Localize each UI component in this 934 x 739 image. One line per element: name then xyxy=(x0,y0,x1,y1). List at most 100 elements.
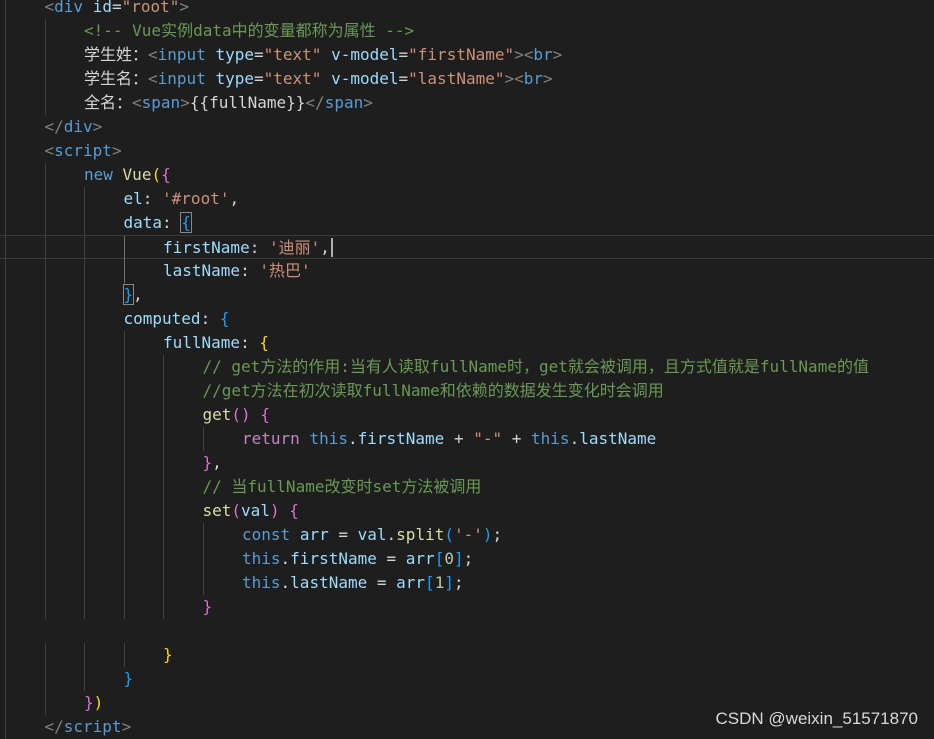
code-line[interactable]: </div> xyxy=(0,115,934,139)
code-token: : xyxy=(142,189,163,208)
indent-guide xyxy=(163,571,164,595)
indent-guide xyxy=(44,643,46,667)
code-token: el xyxy=(123,189,143,208)
code-editor[interactable]: <div id="root"> <!-- Vue实例data中的变量都称为属性 -… xyxy=(0,0,934,739)
code-token: arr xyxy=(396,573,426,592)
code-line[interactable]: data: { xyxy=(0,211,934,235)
indent-guide xyxy=(5,547,6,571)
code-line[interactable]: fullName: { xyxy=(0,331,934,355)
indent-guide xyxy=(44,43,46,67)
code-line[interactable]: //get方法在初次读取fullName和依赖的数据发生变化时会调用 xyxy=(0,379,934,403)
code-line[interactable]: }, xyxy=(0,283,934,307)
indent-guide xyxy=(5,163,6,187)
code-token: br xyxy=(533,45,553,64)
code-token: 学生名： xyxy=(84,69,149,88)
code-line[interactable]: // 当fullName改变时set方法被调用 xyxy=(0,475,934,499)
code-token: } xyxy=(202,597,213,616)
code-token: script xyxy=(54,141,112,160)
watermark: CSDN @weixin_51571870 xyxy=(715,709,918,728)
code-token: firstName xyxy=(163,238,250,257)
code-token: { xyxy=(161,165,171,184)
indent-guide xyxy=(44,163,46,187)
code-line[interactable]: new Vue({ xyxy=(0,163,934,187)
code-token: ; xyxy=(453,573,464,592)
code-token: type xyxy=(215,69,254,88)
indent-guide xyxy=(123,571,125,595)
code-line[interactable]: 学生名：<input type="text" v-model="lastName… xyxy=(0,67,934,91)
code-token: const xyxy=(242,525,291,544)
indent-guide xyxy=(5,259,6,283)
code-text: <script> xyxy=(45,139,122,163)
code-token: = xyxy=(376,549,406,568)
code-line[interactable]: <script> xyxy=(0,139,934,163)
code-line[interactable]: 学生姓：<input type="text" v-model="firstNam… xyxy=(0,43,934,67)
code-line[interactable]: 全名：<span>{{fullName}}</span> xyxy=(0,91,934,115)
code-text: } xyxy=(124,667,134,691)
code-token: "root" xyxy=(121,0,180,16)
indent-guide xyxy=(202,427,204,451)
current-code-line[interactable]: firstName: '迪丽', xyxy=(0,235,934,260)
text-cursor xyxy=(330,238,333,257)
indent-guide xyxy=(5,691,6,715)
code-line[interactable]: }, xyxy=(0,451,934,475)
code-token: : xyxy=(240,333,260,352)
indent-guide xyxy=(84,499,85,523)
code-line[interactable]: computed: { xyxy=(0,307,934,331)
code-text: return this.firstName + "-" + this.lastN… xyxy=(242,427,656,451)
code-line[interactable]: const arr = val.split('-'); xyxy=(0,523,934,547)
code-token: = xyxy=(367,573,397,592)
code-line[interactable]: set(val) { xyxy=(0,499,934,523)
indent-guide xyxy=(84,523,85,547)
code-line[interactable]: } xyxy=(0,595,934,619)
indent-guide xyxy=(163,547,164,571)
indent-guide xyxy=(44,67,46,91)
code-token: ) xyxy=(93,693,104,712)
indent-guide xyxy=(5,619,6,643)
indent-guide xyxy=(5,19,6,43)
code-token: arr xyxy=(405,549,435,568)
code-text: // get方法的作用:当有人读取fullName时，get就会被调用，且方式值… xyxy=(203,355,869,379)
code-token: val xyxy=(357,525,387,544)
code-line[interactable]: <!-- Vue实例data中的变量都称为属性 --> xyxy=(0,19,934,43)
code-line[interactable]: } xyxy=(0,667,934,691)
code-line[interactable]: } xyxy=(0,643,934,667)
code-line[interactable]: el: '#root', xyxy=(0,187,934,211)
code-token: ; xyxy=(463,549,474,568)
code-token: > xyxy=(121,717,132,736)
code-token: v-model xyxy=(331,69,399,88)
code-line[interactable]: // get方法的作用:当有人读取fullName时，get就会被调用，且方式值… xyxy=(0,355,934,379)
indent-guide xyxy=(84,331,85,355)
indent-guide xyxy=(163,451,164,475)
code-line[interactable]: get() { xyxy=(0,403,934,427)
code-token: ] xyxy=(444,573,454,592)
indent-guide xyxy=(44,187,46,211)
code-token: < xyxy=(148,69,158,88)
code-token: script xyxy=(63,717,122,736)
indent-guide xyxy=(44,595,46,619)
code-token: {{fullName}} xyxy=(189,93,306,112)
code-line[interactable] xyxy=(0,619,934,643)
code-line[interactable]: this.lastName = arr[1]; xyxy=(0,571,934,595)
code-token: = xyxy=(328,525,358,544)
code-line[interactable]: <div id="root"> xyxy=(0,0,934,19)
code-line[interactable]: return this.firstName + "-" + this.lastN… xyxy=(0,427,934,451)
indent-guide xyxy=(44,379,46,403)
code-token: , xyxy=(133,285,143,304)
indent-guide xyxy=(163,379,164,403)
indent-guide xyxy=(5,571,6,595)
code-token: = xyxy=(398,45,409,64)
indent-guide xyxy=(123,643,125,667)
code-line[interactable]: this.firstName = arr[0]; xyxy=(0,547,934,571)
code-line[interactable]: lastName: '热巴' xyxy=(0,259,934,283)
indent-guide xyxy=(84,475,85,499)
indent-guide xyxy=(44,475,46,499)
indent-guide xyxy=(44,667,46,691)
code-token: } xyxy=(84,693,94,712)
indent-guide xyxy=(44,259,46,283)
